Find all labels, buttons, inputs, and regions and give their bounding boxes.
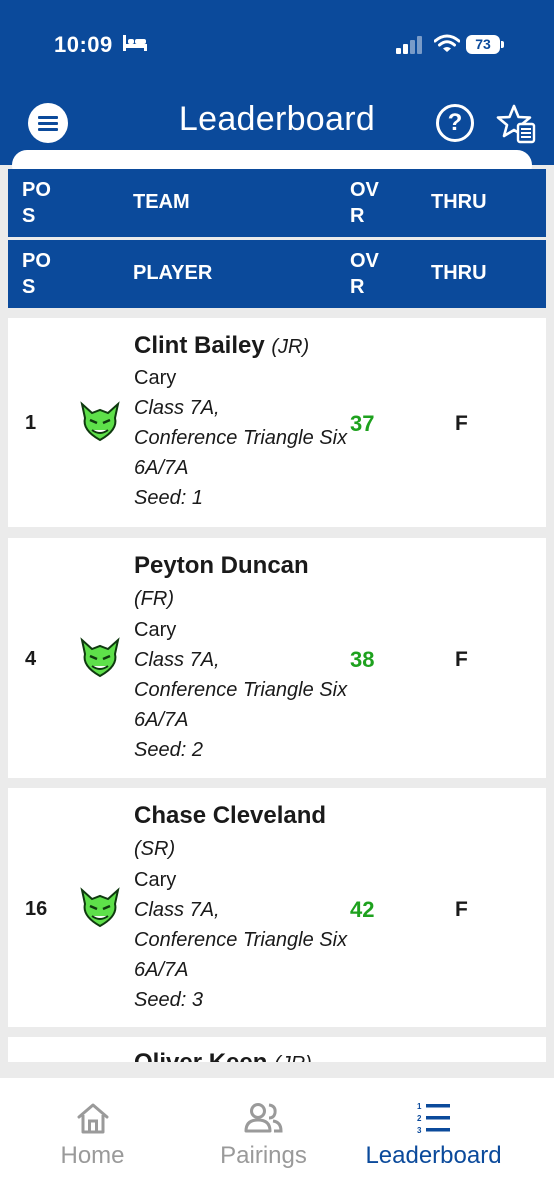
player-row[interactable]: 4 Peyton Duncan (FR) Cary Class 7A, Conf… [8,538,546,778]
player-year: (SR) [134,838,176,860]
player-class: Class 7A, [134,649,220,671]
player-conference: Conference Triangle Six 6A/7A [134,427,348,479]
player-thru: F [455,648,468,671]
status-bar: 10:09 73 [0,0,554,90]
thru-header: THRU [431,191,487,213]
team-column-header: POS TEAM OVR THRU [8,169,546,237]
player-seed: Seed: 3 [134,989,203,1011]
leaderboard-icon: 1 2 3 [341,1098,526,1138]
player-seed: Seed: 2 [134,739,203,761]
people-icon [171,1098,356,1138]
player-row[interactable]: 16 Chase Cleveland (SR) Cary Class 7A, C… [8,788,546,1027]
player-header: PLAYER [133,262,213,284]
sleep-focus-icon [122,32,148,59]
team-logo-icon [78,636,122,685]
svg-text:3: 3 [417,1126,422,1135]
player-name[interactable]: Oliver Keen [134,1049,267,1062]
tab-pairings[interactable]: Pairings [171,1078,356,1199]
tab-home-label: Home [60,1142,125,1169]
thru-header: THRU [431,262,487,284]
player-info: Oliver Keen (JR) [134,1047,348,1062]
player-position: 1 [25,412,37,434]
player-school: Cary [134,869,177,891]
player-position: 4 [25,648,37,670]
battery-level: 73 [466,35,500,54]
player-thru: F [455,412,468,435]
cellular-signal-icon [396,36,424,59]
home-icon [0,1098,185,1138]
bottom-tab-bar: Home Pairings 1 2 3 Leaderboard [0,1078,554,1199]
player-year: (JR) [274,1053,312,1062]
app-header: 10:09 73 Leaderboard ? [0,0,554,165]
player-ovr-score: 42 [350,897,375,922]
player-school: Cary [134,367,177,389]
player-ovr-score: 37 [350,411,375,436]
wifi-icon [433,34,461,59]
player-info: Peyton Duncan (FR) Cary Class 7A, Confer… [134,550,348,765]
player-class: Class 7A, [134,899,220,921]
player-conference: Conference Triangle Six 6A/7A [134,929,348,981]
svg-text:1: 1 [417,1102,422,1111]
player-info: Chase Cleveland (SR) Cary Class 7A, Conf… [134,800,348,1015]
team-header: TEAM [133,191,190,213]
team-logo-icon [78,886,122,935]
player-school: Cary [134,619,177,641]
pos-header: POS [22,179,51,227]
player-info: Clint Bailey (JR) Cary Class 7A, Confere… [134,330,348,513]
tab-leaderboard[interactable]: 1 2 3 Leaderboard [341,1078,526,1199]
player-conference: Conference Triangle Six 6A/7A [134,679,348,731]
player-row[interactable]: Oliver Keen (JR) [8,1037,546,1062]
player-year: (FR) [134,588,174,610]
player-name[interactable]: Clint Bailey [134,332,265,359]
player-name[interactable]: Peyton Duncan [134,552,309,579]
tab-home[interactable]: Home [0,1078,185,1199]
ovr-header: OVR [350,250,379,298]
player-position: 16 [25,898,48,920]
battery-icon: 73 [466,35,504,54]
ovr-header: OVR [350,179,379,227]
player-year: (JR) [271,336,310,358]
player-ovr-score: 38 [350,647,375,672]
player-class: Class 7A, [134,397,220,419]
player-column-header: POS PLAYER OVR THRU [8,240,546,308]
help-icon[interactable]: ? [436,104,474,142]
favorites-list-icon[interactable] [496,104,538,149]
tab-pairings-label: Pairings [220,1142,307,1169]
svg-text:2: 2 [417,1114,422,1123]
player-row[interactable]: 1 Clint Bailey (JR) Cary Class 7A, Confe… [8,318,546,527]
tab-leaderboard-label: Leaderboard [365,1142,502,1169]
team-logo-icon [78,400,122,449]
player-seed: Seed: 1 [134,487,203,509]
player-name[interactable]: Chase Cleveland [134,802,326,829]
status-time: 10:09 [54,32,113,57]
player-thru: F [455,898,468,921]
pos-header: POS [22,250,51,298]
